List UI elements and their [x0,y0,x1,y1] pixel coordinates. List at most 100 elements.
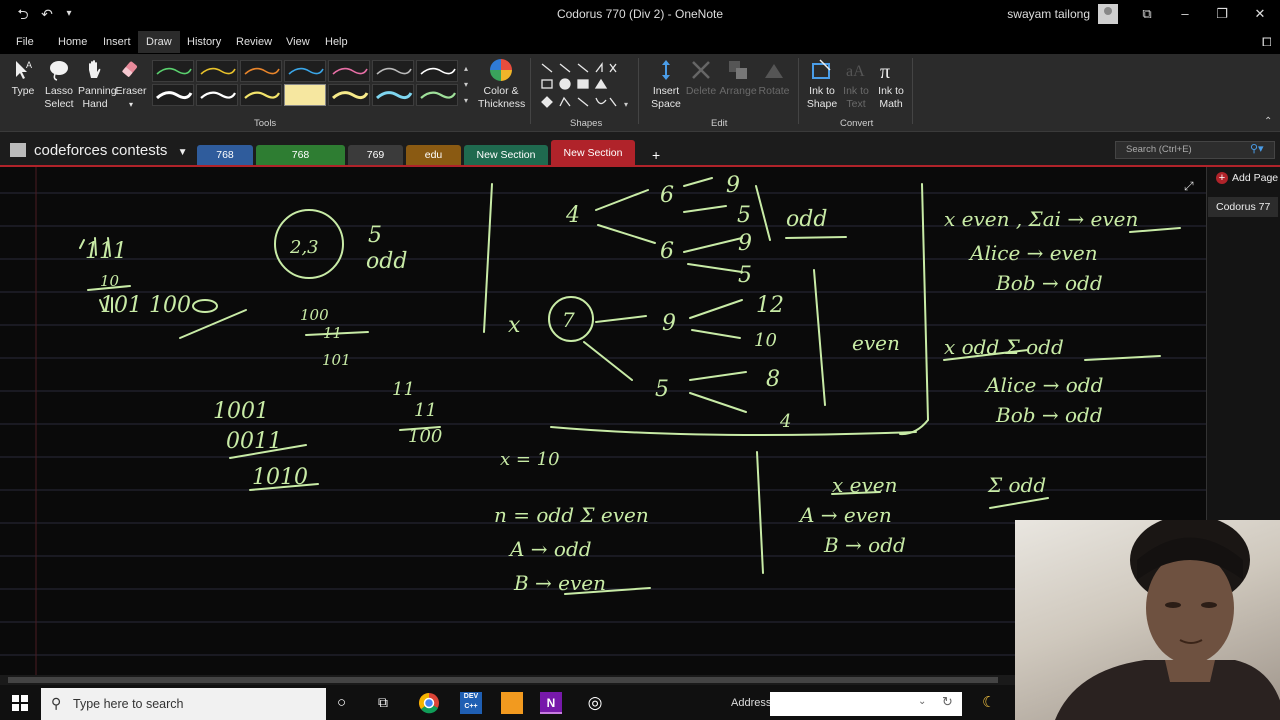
type-tool[interactable]: A Type [8,58,38,98]
taskbar-search-input[interactable]: Type here to search [41,688,326,720]
ink-odd-2: odd [786,207,827,232]
pen-yellow[interactable] [196,60,238,82]
avatar[interactable] [1098,4,1118,24]
pen-blue[interactable] [284,60,326,82]
gallery-scroll-up-icon[interactable]: ▴ [464,64,468,73]
lasso-select-tool[interactable]: Lasso Select [42,58,76,111]
notebook-icon [10,143,26,157]
pen-orange[interactable] [240,60,282,82]
ink-x-even: x even , Σai → even [944,207,1138,231]
address-input[interactable] [770,692,962,716]
devcpp-icon[interactable]: DEV C++ [460,692,482,714]
tab-home[interactable]: Home [50,31,95,53]
insert-space-button[interactable]: Insert Space [646,58,686,111]
svg-text:11: 11 [414,400,437,421]
section-tab-768[interactable]: 768 [197,145,253,166]
pen-grey[interactable] [372,60,414,82]
tab-review[interactable]: Review [228,31,280,53]
svg-text:12: 12 [756,293,784,318]
pen-white-thick[interactable] [152,84,194,106]
delete-button[interactable]: Delete [684,58,718,98]
chrome-icon[interactable] [418,692,440,714]
arrange-icon [729,61,747,79]
address-dropdown-icon[interactable]: ⌄ [918,696,926,707]
pen-light-green[interactable] [416,84,458,106]
close-icon[interactable]: ✕ [1245,4,1275,24]
add-section-button[interactable]: + [640,145,670,166]
page-item[interactable]: Codorus 77 [1208,197,1278,217]
maximize-icon[interactable]: ❐ [1207,4,1237,24]
rotate-button[interactable]: Rotate [756,58,792,98]
ink-to-text-button[interactable]: aA Ink to Text [840,58,872,111]
section-tab-new-section-1[interactable]: New Section 1 [464,145,548,181]
pen-green[interactable] [152,60,194,82]
ribbon-divider [530,58,531,124]
weather-icon[interactable]: ☾ [982,693,995,711]
user-name[interactable]: swayam tailong [1007,7,1090,21]
obs-icon[interactable]: ◎ [584,692,606,714]
rotate-icon [765,64,783,78]
ink-a-odd: A → odd [508,537,592,561]
notebook-selector[interactable]: codeforces contests ▼ [10,142,187,159]
person-image [1055,520,1280,720]
eraser-dropdown-icon[interactable]: ▾ [114,98,148,111]
gallery-scroll-down-icon[interactable]: ▾ [464,80,468,89]
tab-draw[interactable]: Draw [138,31,180,53]
refresh-icon[interactable]: ↻ [942,694,953,710]
rotate-label: Rotate [758,85,790,97]
tab-help[interactable]: Help [317,31,356,53]
highlighter-light-yellow[interactable] [328,84,370,106]
tab-insert[interactable]: Insert [95,31,139,53]
eraser-tool[interactable]: Eraser ▾ [114,58,148,111]
svg-text:π: π [880,61,890,82]
pen-white-medium[interactable] [196,84,238,106]
svg-text:x: x [508,313,521,338]
arrange-label: Arrange [719,85,757,97]
section-tab-769[interactable]: 769 [348,145,403,166]
add-page-button[interactable]: Add Page [1212,168,1280,188]
section-tab-768-discussion[interactable]: 768 discussion [256,145,345,181]
shapes-gallery[interactable]: ▾ [538,60,630,112]
ink-alice-odd: Alice → odd [984,373,1103,397]
ink-to-math-button[interactable]: π Ink to Math [874,58,908,111]
section-tab-new-section-2[interactable]: New Section 2 [551,140,635,185]
insert-space-icon [662,60,670,80]
panning-hand-tool[interactable]: Panning Hand [78,58,117,111]
ink-to-text-label: Ink to Text [843,85,869,110]
windows-start-icon[interactable] [12,695,28,711]
arrange-button[interactable]: Arrange [718,58,758,98]
ribbon-display-icon[interactable]: ⧠ [1254,31,1280,53]
tab-file[interactable]: File [8,31,42,53]
cortana-icon[interactable]: ○ [337,694,359,716]
ink-to-shape-button[interactable]: Ink to Shape [804,58,840,111]
ink-x-eq: x = 10 [500,449,560,470]
svg-text:11: 11 [323,324,342,342]
pen-pink[interactable] [328,60,370,82]
ink-to-shape-icon [812,59,831,79]
section-tab-edu-122[interactable]: edu 122 [406,145,461,181]
svg-text:aA: aA [846,63,865,80]
sublime-icon[interactable] [501,692,523,714]
svg-text:10: 10 [100,272,120,290]
search-icon[interactable]: ⚲▾ [1250,142,1264,155]
collapse-ribbon-icon[interactable]: ⌃ [1264,116,1272,127]
tab-view[interactable]: View [278,31,318,53]
highlighter-cyan[interactable] [372,84,414,106]
horizontal-scrollbar[interactable] [0,675,1015,685]
pen-white[interactable] [416,60,458,82]
shapes-icon: ▾ [541,62,628,109]
onenote-icon[interactable]: N [540,692,562,714]
tab-history[interactable]: History [179,31,229,53]
task-view-icon[interactable]: ⧉ [378,694,400,716]
ink-odd-1: odd [366,249,407,274]
highlighter-yellow[interactable] [240,84,282,106]
gallery-more-icon[interactable]: ▾ [464,96,468,105]
svg-text:111: 111 [85,239,127,264]
color-thickness-button[interactable]: Color & Thickness [478,58,525,111]
minimize-icon[interactable]: – [1170,4,1200,24]
highlighter-yellow-selected[interactable] [284,84,326,106]
svg-text:0011: 0011 [226,429,282,454]
ink-to-text-icon: aA [846,63,865,80]
fullscreen-icon[interactable]: ⧉ [1132,4,1162,24]
svg-text:6: 6 [660,183,674,208]
